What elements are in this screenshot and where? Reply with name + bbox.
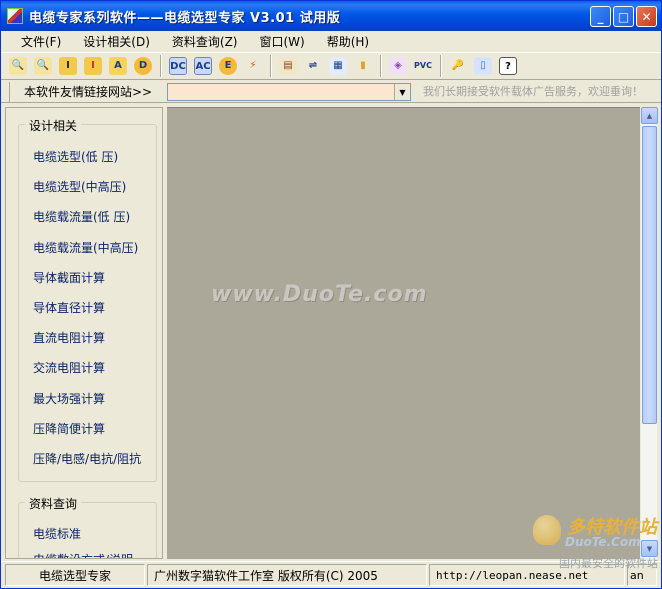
- minimize-button[interactable]: _: [590, 6, 611, 27]
- nav-item-cable-select-high[interactable]: 电缆选型(中高压): [33, 178, 126, 195]
- search-doc-button[interactable]: ▦: [327, 55, 349, 77]
- nav-item-impedance[interactable]: 压降/电感/电抗/阻抗: [33, 450, 141, 467]
- status-bar: 电缆选型专家 广州数字猫软件工作室 版权所有(C) 2005 http://le…: [1, 561, 661, 588]
- close-button[interactable]: ✕: [636, 6, 657, 27]
- nav-panel: 设计相关 电缆选型(低 压) 电缆选型(中高压) 电缆载流量(低 压) 电缆载流…: [5, 107, 163, 559]
- field-button[interactable]: E: [217, 55, 239, 77]
- menu-design[interactable]: 设计相关(D): [75, 33, 158, 50]
- app-icon[interactable]: [7, 8, 23, 24]
- nav-item-voltage-drop-simple[interactable]: 压降简便计算: [33, 420, 105, 437]
- search-doc-icon: ▦: [329, 57, 347, 75]
- ac-button[interactable]: AC: [192, 55, 214, 77]
- scroll-down-button[interactable]: ▼: [641, 540, 658, 557]
- book-icon: ▯: [474, 57, 492, 75]
- menu-window[interactable]: 窗口(W): [251, 33, 312, 50]
- voltage-drop-button[interactable]: ⚡: [242, 55, 264, 77]
- nav-item-cable-standards[interactable]: 电缆标准: [33, 525, 81, 542]
- install-button[interactable]: ⇌: [302, 55, 324, 77]
- toolbar-separator: [160, 55, 162, 77]
- diameter-button[interactable]: D: [132, 55, 154, 77]
- current-button[interactable]: I: [57, 55, 79, 77]
- current-icon: I: [59, 57, 77, 75]
- dc-button[interactable]: DC: [167, 55, 189, 77]
- toolbar-separator: [380, 55, 382, 77]
- manual-button[interactable]: ▯: [472, 55, 494, 77]
- nav-item-max-field[interactable]: 最大场强计算: [33, 390, 105, 407]
- area-button[interactable]: A: [107, 55, 129, 77]
- nav-item-cable-select-low[interactable]: 电缆选型(低 压): [33, 148, 118, 165]
- field-icon: E: [219, 57, 237, 75]
- dc-icon: DC: [169, 57, 187, 75]
- link-bar: 本软件友情链接网站>> ▼ 我们长期接受软件载体广告服务，欢迎垂询！: [1, 81, 661, 103]
- zoom-button[interactable]: 🔍: [7, 55, 29, 77]
- title-bar[interactable]: 电缆专家系列软件——电缆选型专家 V3.01 试用版 _ □ ✕: [1, 1, 661, 31]
- site-watermark: www.DuoTe.com: [211, 282, 428, 307]
- scroll-thumb[interactable]: [642, 126, 657, 424]
- reference-group: 资料查询 电缆标准 电缆敷设方式/说明: [18, 495, 157, 558]
- nav-item-conductor-diameter[interactable]: 导体直径计算: [33, 299, 105, 316]
- toolbar-separator: [270, 55, 272, 77]
- mdi-client-area[interactable]: www.DuoTe.com: [167, 107, 640, 559]
- nav-item-laying-methods[interactable]: 电缆敷设方式/说明: [33, 551, 133, 558]
- status-extra-text: an: [630, 569, 644, 582]
- window-title: 电缆专家系列软件——电缆选型专家 V3.01 试用版: [29, 10, 341, 26]
- area-icon: A: [109, 57, 127, 75]
- zoom-range-button[interactable]: 🔍: [32, 55, 54, 77]
- status-extra: an: [627, 564, 657, 586]
- status-copyright-text: 广州数字猫软件工作室 版权所有(C) 2005: [154, 569, 378, 583]
- toolbar: 🔍 🔍 I I A D DC AC E ⚡ ▤ ⇌ ▦ ▮ ◈ PVC 🔑 ▯ …: [1, 52, 661, 80]
- vertical-scrollbar[interactable]: ▲ ▼: [640, 107, 658, 559]
- nav-item-conductor-area[interactable]: 导体截面计算: [33, 269, 105, 286]
- key-icon: 🔑: [451, 60, 465, 71]
- design-group-title: 设计相关: [25, 117, 82, 134]
- ac-icon: AC: [194, 57, 212, 75]
- help-button[interactable]: ?: [497, 55, 519, 77]
- voltage-drop-icon: ⚡: [249, 60, 257, 71]
- nav-item-ac-resistance[interactable]: 交流电阻计算: [33, 359, 105, 376]
- menu-bar: 文件(F) 设计相关(D) 资料查询(Z) 窗口(W) 帮助(H): [1, 31, 661, 52]
- status-url-text: http://leopan.nease.net: [436, 569, 589, 582]
- ruler-button[interactable]: ▮: [352, 55, 374, 77]
- design-group: 设计相关 电缆选型(低 压) 电缆选型(中高压) 电缆载流量(低 压) 电缆载流…: [18, 117, 157, 482]
- maximize-button[interactable]: □: [613, 6, 634, 27]
- chevron-down-icon[interactable]: ▼: [394, 84, 410, 100]
- current-high-button[interactable]: I: [82, 55, 104, 77]
- app-window: 电缆专家系列软件——电缆选型专家 V3.01 试用版 _ □ ✕ 文件(F) 设…: [0, 0, 662, 589]
- status-copyright: 广州数字猫软件工作室 版权所有(C) 2005: [147, 564, 427, 586]
- help-icon: ?: [499, 57, 517, 75]
- menu-help[interactable]: 帮助(H): [319, 33, 377, 50]
- nav-item-ampacity-low[interactable]: 电缆载流量(低 压): [33, 208, 130, 225]
- menu-reference[interactable]: 资料查询(Z): [164, 33, 246, 50]
- status-url: http://leopan.nease.net: [429, 564, 625, 586]
- status-app-text: 电缆选型专家: [38, 569, 111, 583]
- ad-marquee: 我们长期接受软件载体广告服务，欢迎垂询！: [423, 85, 643, 98]
- materials-icon: ◈: [389, 57, 407, 75]
- reference-group-title: 资料查询: [25, 495, 82, 512]
- nav-item-ampacity-high[interactable]: 电缆载流量(中高压): [33, 239, 138, 256]
- menu-file[interactable]: 文件(F): [13, 33, 69, 50]
- install-icon: ⇌: [308, 60, 318, 71]
- status-app-name: 电缆选型专家: [5, 564, 145, 586]
- pvc-icon: PVC: [414, 61, 432, 70]
- zoom-icon: 🔍: [9, 57, 27, 75]
- pvc-button[interactable]: PVC: [412, 55, 434, 77]
- nav-item-dc-resistance[interactable]: 直流电阻计算: [33, 329, 105, 346]
- friendly-links-combo[interactable]: ▼: [167, 83, 411, 101]
- diameter-icon: D: [134, 57, 152, 75]
- current-high-icon: I: [84, 57, 102, 75]
- toolbar-separator: [440, 55, 442, 77]
- scroll-up-button[interactable]: ▲: [641, 107, 658, 124]
- register-button[interactable]: 🔑: [447, 55, 469, 77]
- materials-button[interactable]: ◈: [387, 55, 409, 77]
- standard-icon: ▤: [279, 57, 297, 75]
- ruler-icon: ▮: [360, 60, 366, 71]
- zoom-range-icon: 🔍: [34, 57, 52, 75]
- window-controls: _ □ ✕: [590, 6, 657, 27]
- standard-button[interactable]: ▤: [277, 55, 299, 77]
- friendly-links-label: 本软件友情链接网站>>: [9, 81, 158, 102]
